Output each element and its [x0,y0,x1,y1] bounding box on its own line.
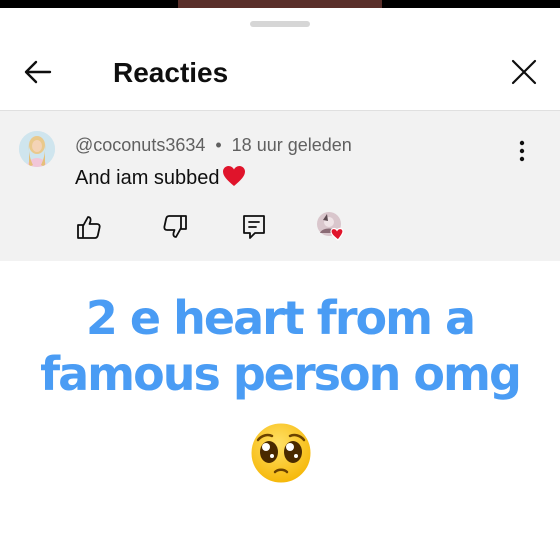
meta-separator: • [215,135,222,155]
pleading-face-icon [246,418,316,488]
sheet-header: Reacties [0,41,560,105]
more-vertical-icon [519,140,525,162]
comment-author[interactable]: @coconuts3634 [75,135,205,155]
caption-line-1: 2 e heart from a [85,291,476,345]
creator-heart [316,211,346,241]
creator-heart-icon [317,212,344,241]
sheet-title: Reacties [113,57,229,88]
thumb-up-icon [77,216,101,239]
comment-text: And iam subbed [75,165,246,193]
video-thumbnail-edge [178,0,382,8]
overlay-caption: 2 e heart from a famous person omg [0,290,560,402]
comment-time: 18 uur geleden [231,135,352,155]
close-icon [511,59,537,85]
comments-sheet: Reacties @coconuts3634 • 18 uur geleden An… [0,8,560,560]
like-button[interactable] [75,213,103,241]
avatar[interactable] [19,131,55,167]
more-options-button[interactable] [510,139,534,163]
video-top-strip [0,0,560,8]
comment-actions [0,211,560,243]
caption-line-2: famous person omg [40,347,522,401]
close-button[interactable] [506,54,542,90]
dislike-button[interactable] [161,213,189,241]
reply-button[interactable] [240,213,268,241]
comment-body: And iam subbed [75,167,220,189]
comment-card: @coconuts3634 • 18 uur geleden And iam sub… [0,110,560,261]
arrow-left-icon [24,60,52,84]
comment-meta: @coconuts3634 • 18 uur geleden [75,135,352,156]
back-button[interactable] [20,54,56,90]
drag-handle[interactable] [250,21,310,27]
red-heart-icon [222,165,246,193]
avatar-image [19,131,55,167]
reply-icon [243,215,265,239]
thumb-down-icon [163,215,187,238]
